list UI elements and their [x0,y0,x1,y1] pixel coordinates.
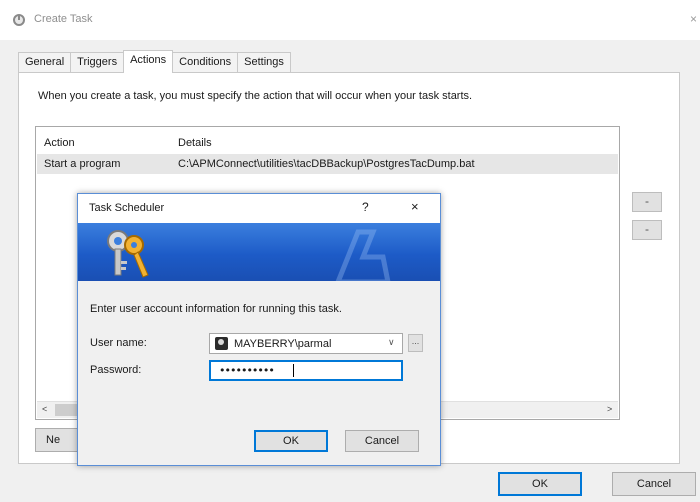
scroll-left-icon[interactable]: < [42,404,47,414]
column-header-action[interactable]: Action [44,137,75,149]
tab-actions[interactable]: Actions [123,50,174,73]
scroll-right-icon[interactable]: > [607,404,612,414]
tab-general[interactable]: General [18,52,72,73]
dialog-ok-button[interactable]: OK [254,430,328,452]
dialog-title: Task Scheduler [89,202,165,214]
user-name-label: User name: [90,337,147,349]
help-icon[interactable]: ? [362,200,369,214]
browse-user-button[interactable]: ... [408,334,423,352]
column-header-details[interactable]: Details [178,137,212,149]
banner-watermark-icon [335,229,391,281]
task-scheduler-dialog: Task Scheduler ? × Enter user account in… [77,193,441,466]
password-field[interactable]: •••••••••• [209,360,403,381]
keys-icon [107,230,149,278]
tab-conditions[interactable]: Conditions [172,52,239,73]
move-down-button[interactable]: - [632,220,662,240]
password-value: •••••••••• [219,364,275,377]
actions-intro-text: When you create a task, you must specify… [38,90,473,102]
tab-strip: General Triggers Actions Conditions Sett… [18,50,291,73]
tab-triggers[interactable]: Triggers [70,52,125,73]
text-caret [293,364,294,377]
close-icon[interactable]: × [690,12,697,26]
dialog-prompt: Enter user account information for runni… [90,303,342,315]
cancel-button[interactable]: Cancel [612,472,696,496]
password-label: Password: [90,364,142,376]
table-row[interactable]: Start a program C:\APMConnect\utilities\… [37,154,618,174]
row-action-cell: Start a program [44,158,121,170]
dialog-body: Enter user account information for runni… [78,281,440,465]
tab-settings[interactable]: Settings [237,52,291,73]
move-up-button[interactable]: - [632,192,662,212]
window-title: Create Task [34,13,93,25]
user-account-icon [215,337,228,350]
user-name-combobox[interactable]: MAYBERRY\parmal ∨ [209,333,403,354]
ok-button[interactable]: OK [498,472,582,496]
dialog-close-icon[interactable]: × [411,199,419,214]
chevron-down-icon[interactable]: ∨ [388,337,395,348]
row-details-cell: C:\APMConnect\utilities\tacDBBackup\Post… [178,158,475,170]
title-bar: Create Task × [0,0,700,40]
clock-icon [13,14,25,26]
user-name-value: MAYBERRY\parmal [234,338,332,350]
dialog-cancel-button[interactable]: Cancel [345,430,419,452]
dialog-banner [78,223,440,281]
